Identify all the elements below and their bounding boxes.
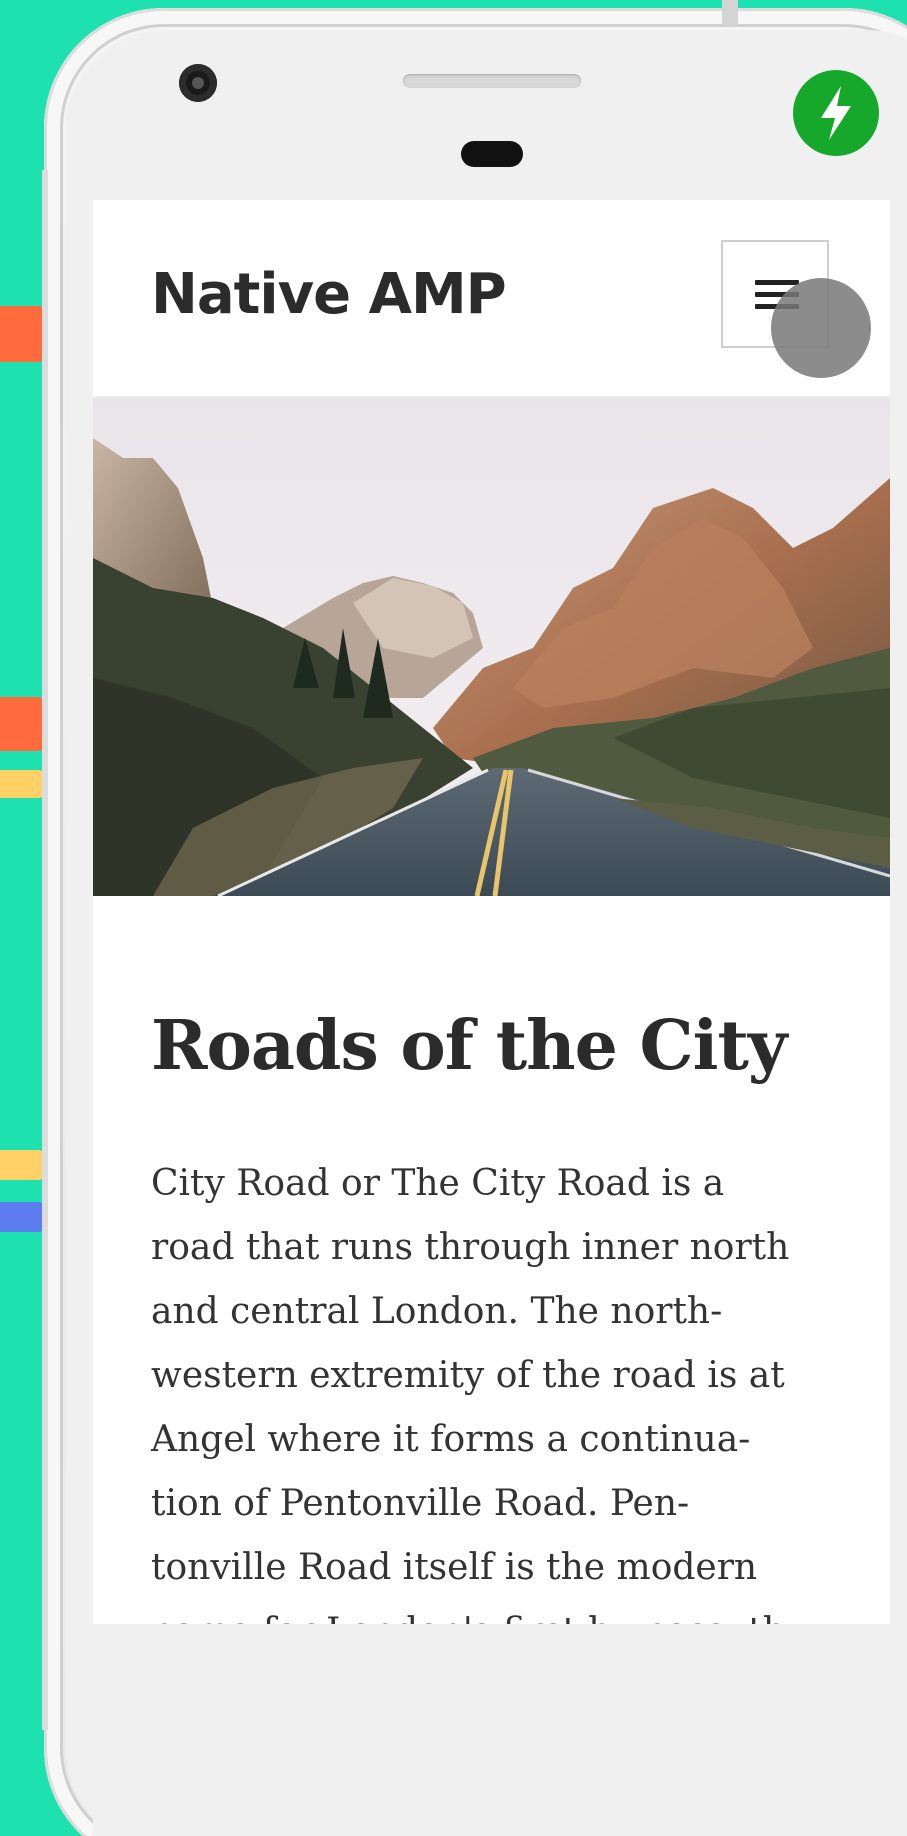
- body-line: western extremity of the road is at: [151, 1355, 785, 1396]
- proximity-sensor: [461, 141, 523, 167]
- site-header: Native AMP: [93, 200, 890, 398]
- app-stage: Native AMP Roads of the City City Road o…: [0, 0, 907, 1836]
- yellow-tab: [0, 770, 46, 798]
- body-line: City Road or The City Road is a: [151, 1163, 725, 1204]
- site-title[interactable]: Native AMP: [151, 262, 507, 327]
- front-camera-icon: [179, 64, 217, 102]
- article: Roads of the City City Road or The City …: [93, 896, 890, 1624]
- hero-image: [93, 398, 890, 896]
- lightning-bolt-icon: [793, 70, 879, 156]
- phone-screen: Native AMP Roads of the City City Road o…: [93, 200, 890, 1624]
- body-line: road that runs through inner north: [151, 1227, 790, 1268]
- blue-tab: [0, 1202, 46, 1232]
- post-title: Roads of the City: [151, 1006, 787, 1086]
- earpiece-speaker: [403, 74, 581, 88]
- orange-tab: [0, 306, 46, 362]
- phone-top-button: [722, 0, 738, 26]
- phone-chin: [93, 1624, 890, 1836]
- body-line: name for London's first by-pass, th: [151, 1600, 851, 1624]
- body-line: tonville Road itself is the modern: [151, 1547, 758, 1588]
- phone-side-edge: [42, 170, 48, 1730]
- orange-tab: [0, 697, 46, 751]
- yellow-tab: [0, 1150, 46, 1180]
- touch-indicator: [771, 278, 871, 378]
- body-line: and central London. The north-: [151, 1291, 723, 1332]
- body-line: Angel where it forms a continua-: [151, 1419, 751, 1460]
- post-body: City Road or The City Road is a road tha…: [151, 1152, 851, 1624]
- body-line: tion of Pentonville Road. Pen-: [151, 1483, 690, 1524]
